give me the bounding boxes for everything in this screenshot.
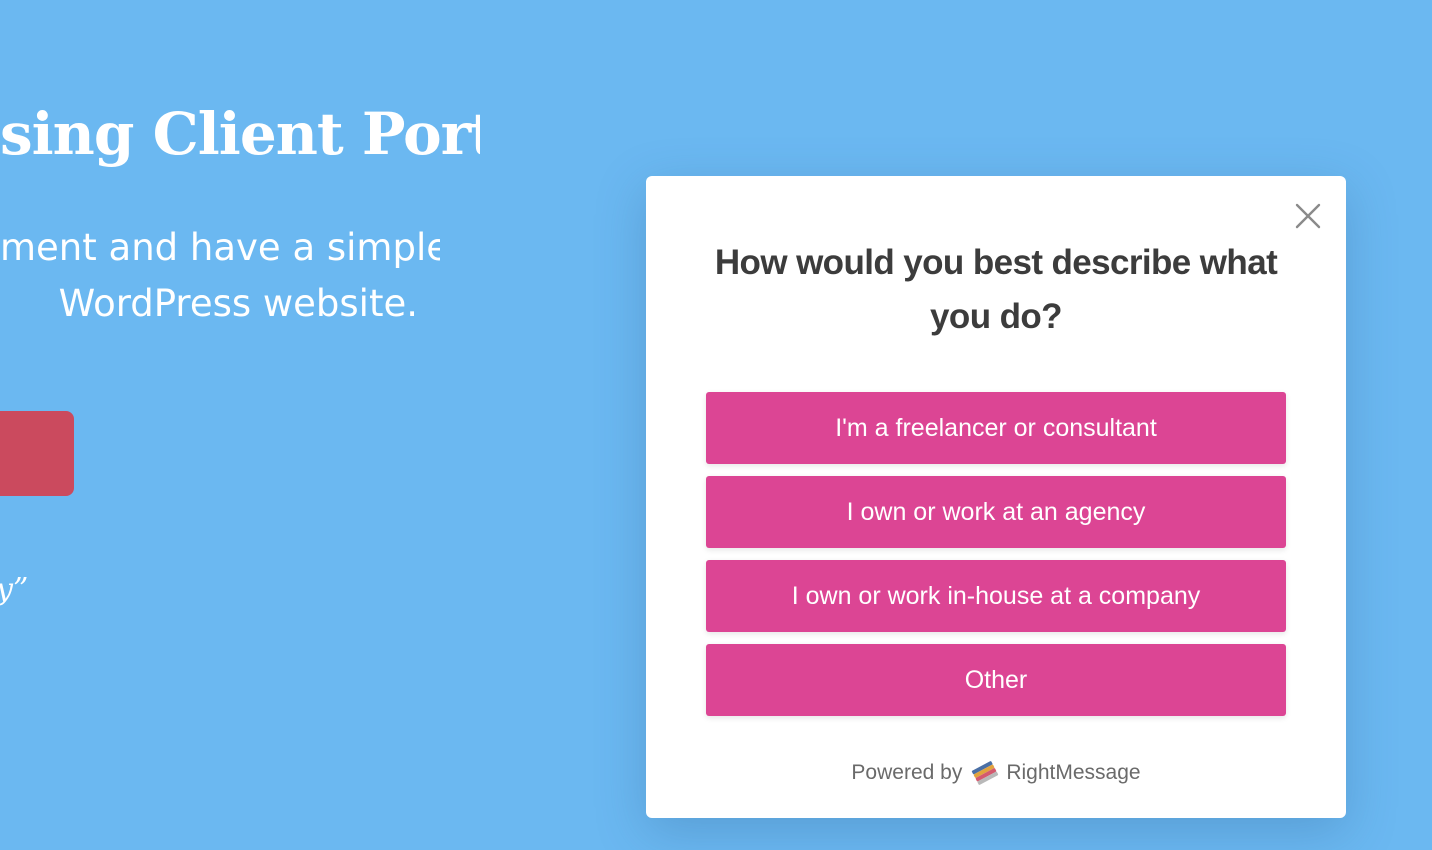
option-list: I'm a freelancer or consultant I own or …: [706, 392, 1286, 728]
powered-by-label: Powered by: [851, 761, 963, 784]
cta-button[interactable]: [0, 411, 74, 496]
page-subtext-line: ment and have a simple: [0, 226, 440, 269]
option-agency-button[interactable]: I own or work at an agency: [706, 476, 1286, 548]
option-in-house-button[interactable]: I own or work in-house at a company: [706, 560, 1286, 632]
close-button[interactable]: [1290, 198, 1326, 234]
quote-fragment: y”: [0, 572, 29, 607]
rightmessage-logo-icon: [970, 758, 1000, 788]
option-other-button[interactable]: Other: [706, 644, 1286, 716]
survey-modal: How would you best describe what you do?…: [646, 176, 1346, 818]
powered-by[interactable]: Powered by RightMessage: [646, 758, 1346, 788]
close-icon: [1295, 203, 1321, 229]
brand-name: RightMessage: [1006, 761, 1141, 784]
page-subtext-line: WordPress website.: [58, 282, 418, 325]
page-subtext: ment and have a simple WordPress website…: [0, 220, 440, 332]
page-heading: sing Client Portal: [0, 100, 480, 168]
option-freelancer-button[interactable]: I'm a freelancer or consultant: [706, 392, 1286, 464]
modal-title: How would you best describe what you do?: [714, 243, 1278, 336]
